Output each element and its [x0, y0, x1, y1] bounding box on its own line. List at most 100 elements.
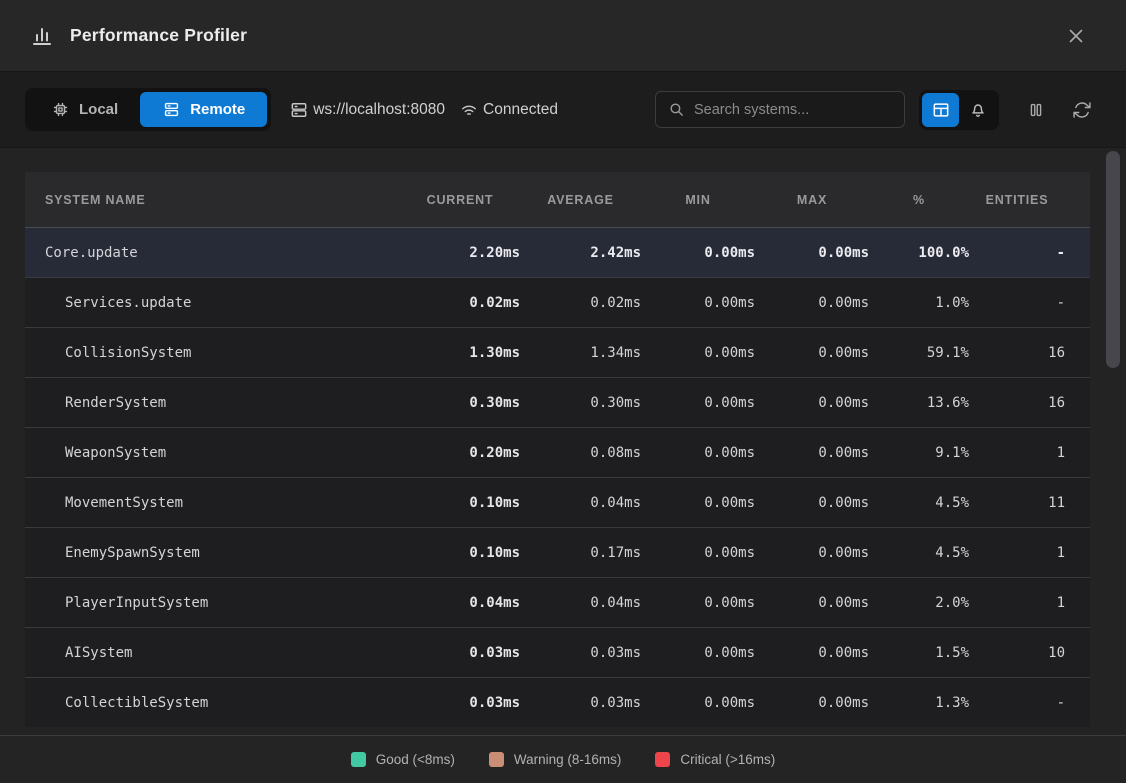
websocket-endpoint: ws://localhost:8080	[289, 100, 445, 120]
column-header-min[interactable]: MIN	[641, 193, 755, 207]
percent-cell: 59.1%	[869, 345, 969, 361]
cpu-chip-icon	[51, 100, 70, 119]
table-row[interactable]: CollectibleSystem 0.03ms 0.03ms 0.00ms 0…	[25, 677, 1090, 727]
system-name-cell: MovementSystem	[25, 495, 400, 511]
percent-cell: 4.5%	[869, 495, 969, 511]
column-header-average[interactable]: AVERAGE	[520, 193, 641, 207]
performance-profiler-window: Performance Profiler	[0, 0, 1126, 783]
entities-cell: 16	[969, 395, 1090, 411]
max-cell: 0.00ms	[755, 345, 869, 361]
alerts-button[interactable]	[959, 93, 996, 127]
table-row[interactable]: AISystem 0.03ms 0.03ms 0.00ms 0.00ms 1.5…	[25, 627, 1090, 677]
min-cell: 0.00ms	[641, 245, 755, 261]
current-cell: 2.20ms	[400, 245, 520, 261]
legend-swatch	[489, 752, 504, 767]
entities-cell: -	[969, 245, 1090, 261]
remote-tab-button[interactable]: Remote	[140, 92, 267, 127]
legend-swatch	[351, 752, 366, 767]
wifi-icon	[459, 100, 479, 120]
legend-label: Good (<8ms)	[376, 752, 455, 767]
entities-cell: 1	[969, 545, 1090, 561]
current-cell: 0.20ms	[400, 445, 520, 461]
average-cell: 0.30ms	[520, 395, 641, 411]
max-cell: 0.00ms	[755, 495, 869, 511]
percent-cell: 1.3%	[869, 695, 969, 711]
max-cell: 0.00ms	[755, 595, 869, 611]
vertical-scrollbar-thumb[interactable]	[1106, 151, 1120, 368]
average-cell: 1.34ms	[520, 345, 641, 361]
entities-cell: 1	[969, 445, 1090, 461]
system-name-cell: PlayerInputSystem	[25, 595, 400, 611]
average-cell: 0.03ms	[520, 695, 641, 711]
table-row[interactable]: MovementSystem 0.10ms 0.04ms 0.00ms 0.00…	[25, 477, 1090, 527]
average-cell: 2.42ms	[520, 245, 641, 261]
system-name-cell: CollectibleSystem	[25, 695, 400, 711]
percent-cell: 9.1%	[869, 445, 969, 461]
server-stack-icon	[289, 100, 309, 120]
min-cell: 0.00ms	[641, 395, 755, 411]
percent-cell: 1.0%	[869, 295, 969, 311]
average-cell: 0.02ms	[520, 295, 641, 311]
average-cell: 0.04ms	[520, 495, 641, 511]
table-row[interactable]: RenderSystem 0.30ms 0.30ms 0.00ms 0.00ms…	[25, 377, 1090, 427]
system-name-cell: CollisionSystem	[25, 345, 400, 361]
current-cell: 0.03ms	[400, 645, 520, 661]
min-cell: 0.00ms	[641, 345, 755, 361]
bell-icon	[968, 100, 988, 120]
min-cell: 0.00ms	[641, 495, 755, 511]
current-cell: 0.10ms	[400, 545, 520, 561]
average-cell: 0.04ms	[520, 595, 641, 611]
table-row[interactable]: EnemySpawnSystem 0.10ms 0.17ms 0.00ms 0.…	[25, 527, 1090, 577]
max-cell: 0.00ms	[755, 245, 869, 261]
entities-cell: 16	[969, 345, 1090, 361]
connection-status: Connected	[459, 100, 558, 120]
table-header-row: SYSTEM NAME CURRENT AVERAGE MIN MAX % EN…	[25, 172, 1090, 227]
table-row[interactable]: CollisionSystem 1.30ms 1.34ms 0.00ms 0.0…	[25, 327, 1090, 377]
min-cell: 0.00ms	[641, 545, 755, 561]
percent-cell: 13.6%	[869, 395, 969, 411]
system-name-cell: Core.update	[25, 245, 400, 261]
table-row[interactable]: Core.update 2.20ms 2.42ms 0.00ms 0.00ms …	[25, 227, 1090, 277]
local-tab-button[interactable]: Local	[29, 92, 140, 127]
current-cell: 0.10ms	[400, 495, 520, 511]
column-header-system-name[interactable]: SYSTEM NAME	[25, 193, 400, 207]
table-row[interactable]: PlayerInputSystem 0.04ms 0.04ms 0.00ms 0…	[25, 577, 1090, 627]
table-row[interactable]: WeaponSystem 0.20ms 0.08ms 0.00ms 0.00ms…	[25, 427, 1090, 477]
current-cell: 1.30ms	[400, 345, 520, 361]
max-cell: 0.00ms	[755, 545, 869, 561]
search-input[interactable]	[694, 102, 892, 118]
remote-tab-label: Remote	[190, 101, 245, 118]
current-cell: 0.04ms	[400, 595, 520, 611]
max-cell: 0.00ms	[755, 695, 869, 711]
column-header-current[interactable]: CURRENT	[400, 193, 520, 207]
percent-cell: 1.5%	[869, 645, 969, 661]
connection-status-label: Connected	[483, 101, 558, 119]
system-name-cell: AISystem	[25, 645, 400, 661]
column-header-max[interactable]: MAX	[755, 193, 869, 207]
table-body: Core.update 2.20ms 2.42ms 0.00ms 0.00ms …	[25, 227, 1090, 727]
column-header-percent[interactable]: %	[869, 193, 969, 207]
pause-button[interactable]	[1021, 95, 1051, 125]
percent-cell: 100.0%	[869, 245, 969, 261]
titlebar: Performance Profiler	[0, 0, 1126, 72]
legend-swatch	[655, 752, 670, 767]
refresh-button[interactable]	[1067, 95, 1097, 125]
bar-chart-icon	[30, 24, 54, 48]
column-header-entities[interactable]: ENTITIES	[969, 193, 1090, 207]
min-cell: 0.00ms	[641, 645, 755, 661]
entities-cell: 10	[969, 645, 1090, 661]
table-grid-icon	[931, 100, 951, 120]
search-box	[655, 91, 905, 128]
entities-cell: -	[969, 295, 1090, 311]
system-name-cell: RenderSystem	[25, 395, 400, 411]
system-name-cell: WeaponSystem	[25, 445, 400, 461]
current-cell: 0.02ms	[400, 295, 520, 311]
close-button[interactable]	[1062, 22, 1090, 50]
max-cell: 0.00ms	[755, 295, 869, 311]
table-row[interactable]: Services.update 0.02ms 0.02ms 0.00ms 0.0…	[25, 277, 1090, 327]
table-view-button[interactable]	[922, 93, 959, 127]
legend-item: Critical (>16ms)	[655, 752, 775, 767]
current-cell: 0.03ms	[400, 695, 520, 711]
entities-cell: -	[969, 695, 1090, 711]
legend-item: Good (<8ms)	[351, 752, 455, 767]
